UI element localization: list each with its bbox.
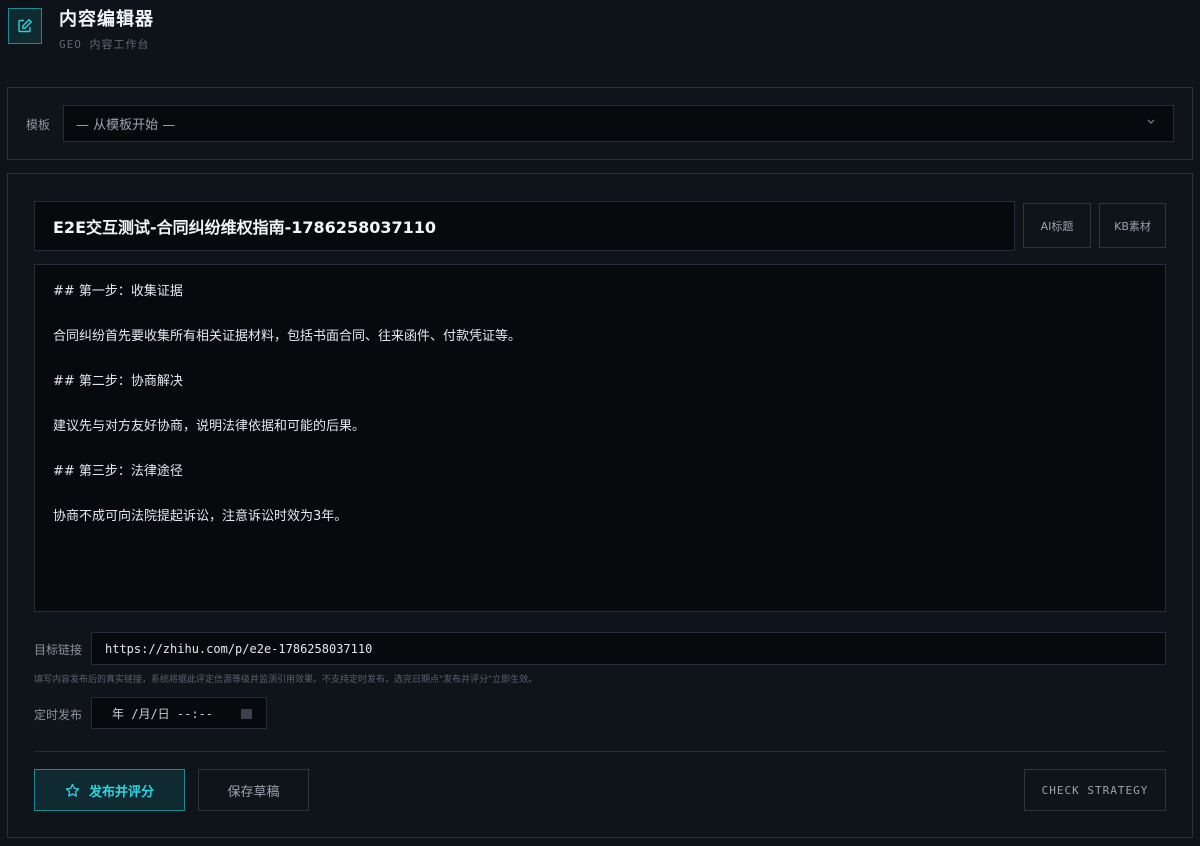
editor-panel: E2E交互测试-合同纠纷维权指南-1786258037110 AI标题 KB素材… [7, 173, 1193, 838]
content-line: 协商不成可向法院提起诉讼，注意诉讼时效为3年。 [53, 509, 348, 524]
content-line: 合同纠纷首先要收集所有相关证据材料，包括书面合同、往来函件、付款凭证等。 [53, 329, 522, 344]
content-line [53, 394, 1147, 417]
calendar-icon[interactable] [241, 708, 252, 719]
content-line: ## 第一步：收集证据 [53, 284, 183, 299]
content-line [53, 349, 1147, 372]
schedule-datetime-input[interactable]: 年 /月/日 --:-- [91, 697, 267, 729]
target-link-input[interactable]: https://zhihu.com/p/e2e-1786258037110 [91, 632, 1166, 665]
check-strategy-button[interactable]: CHECK STRATEGY [1024, 769, 1166, 811]
template-selected-value: — 从模板开始 — [76, 118, 176, 133]
page-subtitle: GEO 内容工作台 [59, 38, 150, 51]
content-line [53, 484, 1147, 507]
publish-button[interactable]: 发布并评分 [34, 769, 185, 811]
template-label: 模板 [26, 118, 51, 132]
kb-material-button[interactable]: KB素材 [1099, 203, 1166, 248]
app-header: 内容编辑器 GEO 内容工作台 [8, 8, 408, 51]
content-line: ## 第三步：法律途径 [53, 464, 183, 479]
edit-icon [8, 8, 42, 44]
content-line: ## 第二步：协商解决 [53, 374, 183, 389]
star-icon [65, 783, 80, 797]
schedule-label: 定时发布 [34, 708, 83, 722]
title-input[interactable]: E2E交互测试-合同纠纷维权指南-1786258037110 [34, 201, 1015, 251]
page-title: 内容编辑器 [59, 9, 154, 30]
content-line: 建议先与对方友好协商，说明法律依据和可能的后果。 [53, 419, 366, 434]
schedule-value: 年 /月/日 --:-- [112, 706, 214, 721]
chevron-down-icon [1147, 119, 1155, 124]
template-select[interactable]: — 从模板开始 — [63, 105, 1174, 142]
divider [34, 751, 1166, 752]
save-draft-button[interactable]: 保存草稿 [198, 769, 309, 811]
ai-title-button[interactable]: AI标题 [1023, 203, 1091, 248]
content-textarea[interactable]: ## 第一步：收集证据 合同纠纷首先要收集所有相关证据材料，包括书面合同、往来函… [34, 264, 1166, 612]
content-line [53, 304, 1147, 327]
publish-button-label: 发布并评分 [88, 784, 154, 800]
target-link-helper: 填写内容发布后的真实链接，系统将据此评定信源等级并监测引用效果。不支持定时发布，… [34, 675, 538, 685]
target-link-label: 目标链接 [34, 643, 83, 657]
content-line [53, 439, 1147, 462]
template-panel: 模板 — 从模板开始 — [7, 87, 1193, 160]
